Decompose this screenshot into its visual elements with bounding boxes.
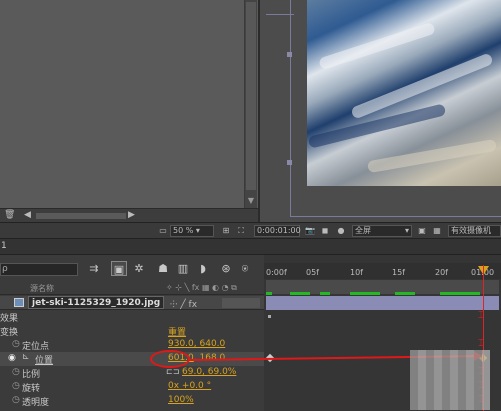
playhead-marker-icon: ⌶ [478,310,484,321]
brainstorm-icon[interactable]: ⊛ [218,261,234,276]
highlight-ellipse [150,350,190,368]
grid-icon[interactable]: ⊞ [221,226,231,236]
snapshot-icon[interactable]: 📷 [305,226,315,236]
property-opacity[interactable]: ◷ 透明度 100% [0,394,264,408]
stopwatch-icon[interactable]: ◷ [12,395,20,405]
cache-indicator [320,292,330,295]
resolution-value: 全屏 [355,226,371,235]
property-label: 效果 [0,314,19,324]
horizontal-scrollbar[interactable] [36,213,126,219]
graph-editor-icon[interactable]: ⍟ [237,261,253,276]
layer-duration-bar[interactable] [266,296,499,310]
scroll-left-arrow-icon[interactable]: ◀ [24,210,31,220]
property-label: 定位点 [22,342,50,352]
resolution-dropdown[interactable]: 全屏 ▾ [352,225,412,237]
ruler-tick: 15f [392,268,405,277]
cache-indicator [350,292,380,295]
cache-indicator [440,292,480,295]
watermark-blur [410,350,490,410]
motion-blur-icon[interactable]: ◗ [195,261,211,276]
source-name-header: 源名称 [30,284,54,293]
layer-switch-boxes[interactable] [222,298,260,308]
stopwatch-icon[interactable]: ◷ [12,339,20,349]
comp-mini-flowchart-icon[interactable]: ⇉ [86,261,102,276]
viewer-toolbar: ▭ 50 % ▾ ⊞ ⛶ 0:00:01:00 📷 ◼ ● 全屏 ▾ ▣ ▦ 有效… [0,222,501,239]
property-label: 旋转 [22,384,41,394]
current-time[interactable]: 0:00:01:00 [254,225,301,237]
constrain-proportions-icon[interactable]: ⊏⊐ [166,367,179,376]
camera-dropdown[interactable]: 有效摄像机 [448,225,501,237]
ruler-tick: 05f [306,268,319,277]
stopwatch-icon[interactable]: ◷ [12,367,20,377]
trash-icon[interactable]: 🗑 [4,210,15,220]
project-scrollbar[interactable]: ▼ [244,0,257,208]
color-channel-icon[interactable]: ● [336,226,346,236]
live-update-icon[interactable]: ▣ [111,261,127,276]
layer-row[interactable]: jet-ski-1125329_1920.jpg ⸭ ╱ fx [0,296,264,310]
property-label: 变换 [0,328,19,338]
frame-handle-top[interactable] [287,52,292,57]
frame-blending-icon[interactable]: ▥ [175,261,191,276]
frame-handle-bottom[interactable] [287,160,292,165]
property-label: 比例 [22,370,41,380]
layer-name-field[interactable]: jet-ski-1125329_1920.jpg [28,296,165,309]
timeline-tab[interactable]: 1 [1,241,7,251]
property-value[interactable]: 100% [168,395,194,405]
layer-search-input[interactable]: ρ [0,263,78,276]
hide-shy-layers-icon[interactable]: ☗ [155,261,171,276]
property-label: 透明度 [22,398,50,408]
expand-marker [268,315,271,318]
footage-icon [14,298,24,307]
ruler-tick: 0:00f [266,268,287,277]
draft-3d-icon[interactable]: ✲ [131,261,147,276]
scroll-right-arrow-icon[interactable]: ▶ [128,210,135,220]
graph-toggle-icon[interactable]: ⊾ [22,352,30,362]
project-footer: 🗑 ◀ ▶ [0,208,258,222]
reset-link[interactable]: 重置 [168,325,186,338]
property-effects[interactable]: 效果 [0,310,264,324]
property-transform[interactable]: 变换 重置 [0,324,264,338]
scrollbar-thumb[interactable] [246,2,256,190]
stopwatch-icon[interactable]: ◷ [12,381,20,391]
timeline-tab-bar: 1 [0,239,501,255]
layer-switches[interactable]: ⸭ ╱ fx [170,297,197,310]
show-snapshot-icon[interactable]: ◼ [320,226,330,236]
cache-indicator [395,292,415,295]
playhead-marker-icon: ⌶ [478,338,484,349]
ruler-tick: 10f [350,268,363,277]
region-icon[interactable]: ▭ [158,226,168,236]
zoom-value: 50 % [173,226,194,235]
jet-ski-preview-image [307,0,501,186]
search-icon: ρ [2,264,8,274]
stopwatch-active-icon[interactable]: ◉ [8,353,16,363]
cache-indicator [266,292,272,295]
property-value[interactable]: 69.0, 69.0% [182,367,236,377]
property-label: 位置 [35,356,54,366]
region-of-interest-icon[interactable]: ▣ [417,226,427,236]
transparency-grid-icon[interactable]: ▦ [432,226,442,236]
property-value[interactable]: 0x +0.0 ° [168,381,211,391]
property-scale[interactable]: ◷ 比例 ⊏⊐ 69.0, 69.0% [0,366,264,380]
scroll-down-arrow-icon[interactable]: ▼ [246,196,256,206]
time-ruler[interactable]: 0:00f 05f 10f 15f 20f 01:00 [264,263,501,279]
property-rotation[interactable]: ◷ 旋转 0x +0.0 ° [0,380,264,394]
project-panel [0,0,258,208]
ruler-tick: 20f [435,268,448,277]
safe-zone-icon[interactable]: ⛶ [236,226,246,236]
switches-header: ✧ ⊹ ╲ fx ▦ ◐ ◔ ⧉ [166,283,237,292]
layer-column-header: 源名称 ✧ ⊹ ╲ fx ▦ ◐ ◔ ⧉ [0,282,264,295]
cache-indicator [290,292,310,295]
zoom-dropdown[interactable]: 50 % ▾ [170,225,214,237]
